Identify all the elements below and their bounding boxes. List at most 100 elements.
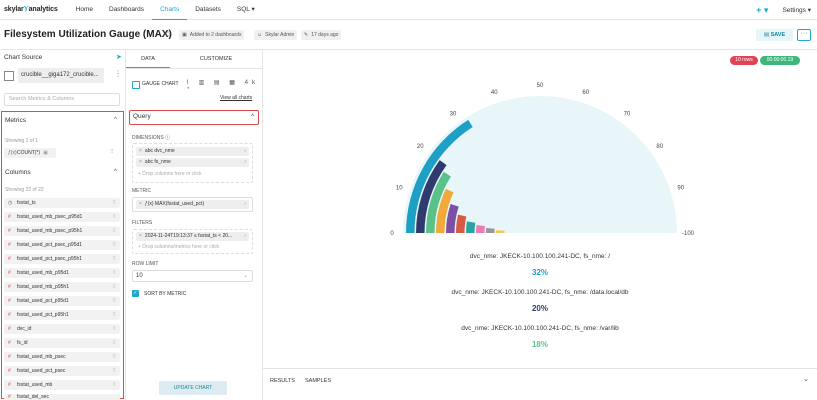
drag-handle-icon[interactable]: ⠿ — [112, 324, 116, 334]
save-button[interactable]: ▤ SAVE — [756, 29, 793, 41]
close-icon: × — [139, 201, 142, 207]
pencil-icon: ✎ — [304, 32, 309, 38]
gauge-tick-label: 10 — [396, 185, 403, 191]
numeric-icon: # — [8, 368, 11, 374]
dashboards-chip[interactable]: ▣ Added to 2 dashboards — [179, 30, 245, 40]
top-navbar: skylarⲨanalytics Home Dashboards Charts … — [0, 0, 817, 20]
column-item[interactable]: # fsstat_used_mb_p95d1 ⠿ — [4, 268, 120, 278]
column-item[interactable]: # fsstat_del_sec — [4, 394, 120, 400]
tab-customize[interactable]: CUSTOMIZE — [186, 54, 246, 68]
tab-data[interactable]: DATA — [126, 54, 170, 68]
metrics-section-title[interactable]: Metrics — [5, 117, 26, 124]
drag-handle-icon[interactable]: ⠿ — [112, 240, 116, 250]
drop-filters-target[interactable]: + Drop columns/metrics here or click — [138, 244, 219, 250]
filters-field: × 2024-11-24T19:13:37 ≤ fsstat_ts < 20...… — [132, 229, 253, 254]
column-item[interactable]: # fsstat_used_pct_p95d1 ⠿ — [4, 296, 120, 306]
column-item[interactable]: # fsstat_used_mb_psec ⠿ — [4, 352, 120, 362]
close-icon: × — [139, 159, 142, 165]
metrics-columns-list: Metrics ^ Showing 1 of 1 ƒ(x) COUNT(*) ▣ ⠿… — [1, 111, 124, 400]
column-item[interactable]: # dvc_id ⠿ — [4, 324, 120, 334]
tab-samples[interactable]: SAMPLES — [305, 378, 331, 384]
app-logo[interactable]: skylarⲨanalytics — [4, 6, 58, 14]
drop-columns-target[interactable]: + Drop columns here or click — [138, 171, 202, 177]
drag-handle-icon[interactable]: ⠿ — [112, 212, 116, 222]
new-menu-button[interactable]: + ▾ — [756, 5, 768, 16]
dimension-pill[interactable]: × abc fs_nme › — [136, 158, 249, 167]
query-section-header[interactable]: Query ^ — [129, 110, 259, 125]
info-icon: ▣ — [43, 150, 48, 156]
nav-home[interactable]: Home — [68, 0, 101, 20]
numeric-icon: # — [8, 256, 11, 262]
numeric-icon: # — [8, 382, 11, 388]
drag-handle-icon[interactable]: ⠿ — [112, 282, 116, 292]
gauge-bar-8 — [476, 224, 485, 233]
numeric-icon: # — [8, 242, 11, 248]
chevron-down-icon: ⌄ — [242, 273, 248, 279]
drag-handle-icon[interactable]: ⠿ — [110, 149, 114, 155]
row-limit-select[interactable]: 10 ⌄ — [132, 270, 253, 282]
column-item[interactable]: # fsstat_used_mb_psec_p95h1 ⠿ — [4, 226, 120, 236]
columns-collapse-icon[interactable]: ^ — [114, 169, 117, 175]
dimension-pill[interactable]: × abc dvc_nme › — [136, 147, 249, 156]
legend-value-2: 20% — [531, 304, 548, 313]
update-chart-button[interactable]: UPDATE CHART — [159, 381, 227, 395]
dataset-menu-icon[interactable]: ⋮ — [114, 69, 122, 78]
owner-chip[interactable]: ☺ Skylar Admin — [254, 30, 298, 40]
column-item[interactable]: # fsstat_used_mb ⠿ — [4, 380, 120, 390]
chevron-down-icon[interactable]: ⌄ — [803, 375, 809, 383]
gauge-bar-9 — [486, 227, 495, 233]
clock-icon: ◷ — [8, 200, 13, 206]
numeric-icon: # — [8, 394, 11, 400]
nav-sql[interactable]: SQL ▾ — [229, 0, 263, 20]
column-item[interactable]: # fsstat_used_pct_psec ⠿ — [4, 366, 120, 376]
sort-by-metric-label: SORT BY METRIC — [144, 291, 187, 297]
drag-handle-icon[interactable]: ⠿ — [112, 310, 116, 320]
metrics-columns-search-input[interactable]: Search Metrics & Columns — [4, 93, 120, 106]
nav-dashboards[interactable]: Dashboards — [101, 0, 152, 20]
numeric-icon: # — [8, 228, 11, 234]
drag-handle-icon[interactable]: ⠿ — [112, 380, 116, 390]
viz-type-gauge[interactable]: GAUGE CHART — [132, 79, 179, 90]
metric-pill[interactable]: × ƒ(x) MAX(fsstat_used_pct) › — [136, 200, 249, 209]
numeric-icon: # — [8, 354, 11, 360]
dataset-name[interactable]: crucible__giga172_crucible... — [18, 68, 104, 83]
column-item[interactable]: ◷ fsstat_ts ⠿ — [4, 198, 120, 208]
metrics-collapse-icon[interactable]: ^ — [114, 117, 117, 123]
chevron-right-icon: › — [244, 233, 246, 239]
chart-title[interactable]: Filesystem Utilization Gauge (MAX) — [4, 29, 172, 40]
column-item[interactable]: # fsstat_used_mb_p95h1 ⠿ — [4, 282, 120, 292]
filter-pill[interactable]: × 2024-11-24T19:13:37 ≤ fsstat_ts < 20...… — [136, 232, 249, 241]
drag-handle-icon[interactable]: ⠿ — [112, 226, 116, 236]
column-item[interactable]: # fs_id ⠿ — [4, 338, 120, 348]
collapse-panel-icon[interactable]: ➤ — [116, 53, 122, 61]
drag-handle-icon[interactable]: ⠿ — [112, 198, 116, 208]
gauge-tick-label: 30 — [450, 111, 457, 117]
metric-item-count[interactable]: ƒ(x) COUNT(*) ▣ — [4, 148, 56, 158]
column-item[interactable]: # fsstat_used_mb_psec_p95d1 ⠿ — [4, 212, 120, 222]
drag-handle-icon[interactable]: ⠿ — [112, 296, 116, 306]
recent-viz-icons[interactable]: ⌇ ▥ ▤ ▦ 4k ◔ — [186, 79, 262, 92]
dataset-table-icon — [4, 71, 14, 81]
settings-menu[interactable]: Settings ▾ — [782, 6, 811, 14]
view-all-charts-link[interactable]: View all charts — [220, 95, 252, 101]
sort-by-metric-checkbox[interactable]: ✓ — [132, 290, 139, 297]
column-item[interactable]: # fsstat_used_pct_psec_p95d1 ⠿ — [4, 240, 120, 250]
drag-handle-icon[interactable]: ⠿ — [112, 366, 116, 376]
tab-results[interactable]: RESULTS — [270, 378, 295, 384]
drag-handle-icon[interactable]: ⠿ — [112, 254, 116, 264]
drag-handle-icon[interactable]: ⠿ — [112, 268, 116, 278]
gauge-chart[interactable]: 0 10 20 30 40 50 60 70 80 90 -100 — [263, 50, 817, 250]
modified-chip[interactable]: ✎ 17 days ago — [301, 30, 342, 40]
nav-charts[interactable]: Charts — [152, 0, 188, 20]
more-options-button[interactable]: ··· — [797, 29, 811, 41]
columns-section-title[interactable]: Columns — [5, 169, 31, 176]
row-limit-label: ROW LIMIT — [132, 261, 159, 267]
star-icon[interactable]: ☆ — [164, 29, 172, 40]
column-item[interactable]: # fsstat_used_pct_psec_p95h1 ⠿ — [4, 254, 120, 264]
nav-datasets[interactable]: Datasets — [187, 0, 229, 20]
drag-handle-icon[interactable]: ⠿ — [112, 352, 116, 362]
numeric-icon: # — [8, 312, 11, 318]
drag-handle-icon[interactable]: ⠿ — [112, 338, 116, 348]
legend-series-1: dvc_nme: JKECK-10.100.100.241-DC, fs_nme… — [469, 253, 611, 260]
column-item[interactable]: # fsstat_used_pct_p95h1 ⠿ — [4, 310, 120, 320]
